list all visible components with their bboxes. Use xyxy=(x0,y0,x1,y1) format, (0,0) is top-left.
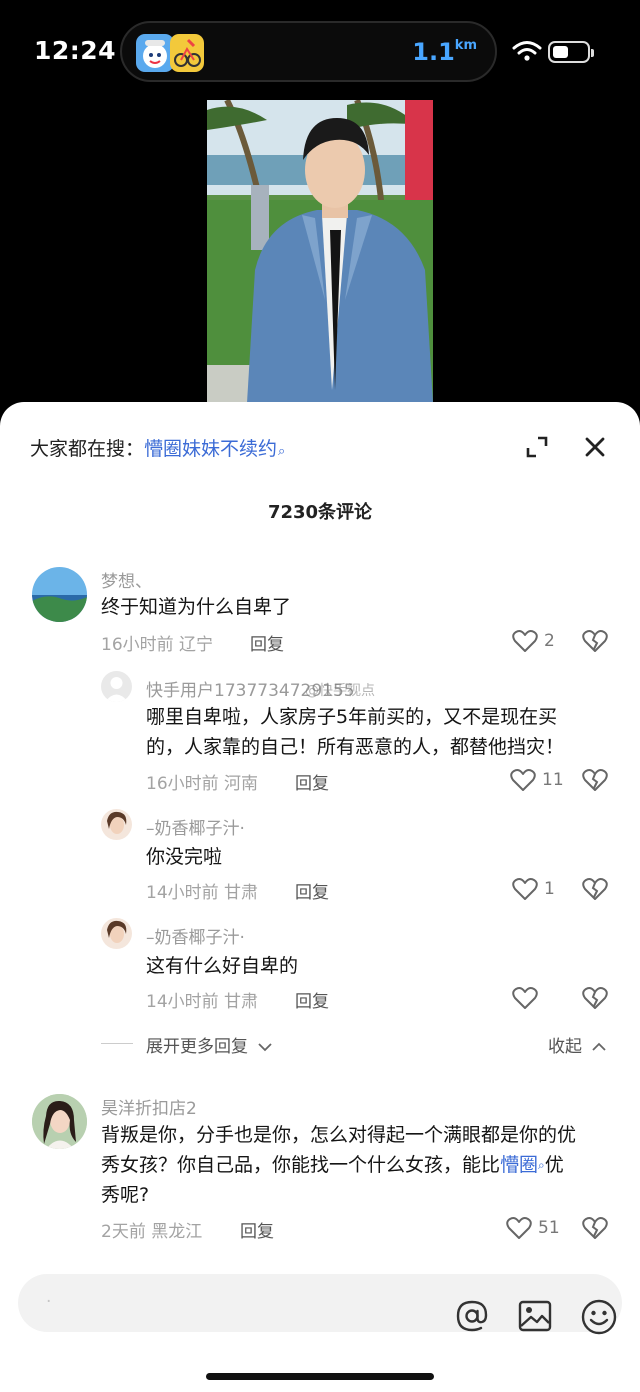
image-icon[interactable] xyxy=(518,1299,552,1333)
avatar[interactable] xyxy=(101,918,132,949)
app-mascot-icon xyxy=(136,34,174,72)
divider xyxy=(101,1043,133,1044)
like-count: 1 xyxy=(544,879,555,899)
comment-text-line: 秀女孩？你自己品，你能找一个什么女孩，能比懵圈⌕优 xyxy=(101,1150,611,1180)
search-small-icon: ⌕ xyxy=(538,1158,545,1172)
broken-heart-icon[interactable] xyxy=(582,767,608,793)
broken-heart-icon[interactable] xyxy=(582,628,608,654)
comment-author[interactable]: –奶香椰子汁· xyxy=(146,923,245,948)
reply-button[interactable]: 回复 xyxy=(250,630,284,655)
trending-search-prefix: 大家都在搜： xyxy=(30,438,145,460)
avatar[interactable] xyxy=(101,671,132,702)
comment-meta: 14小时前 甘肃 xyxy=(146,878,258,903)
heart-icon xyxy=(512,630,538,652)
like-count: 51 xyxy=(538,1218,560,1238)
comment-location: 黑龙江 xyxy=(151,1222,203,1242)
comment-time: 14小时前 xyxy=(146,992,219,1012)
comment-text: 你没完啦 xyxy=(146,846,223,868)
comment-text-line: 秀呢? xyxy=(101,1184,150,1206)
at-icon[interactable] xyxy=(454,1298,490,1334)
watermark: @快手视点 xyxy=(305,683,375,699)
comment-text: 终于知道为什么自卑了 xyxy=(101,596,292,618)
trending-search-keyword[interactable]: 懵圈妹妹不续约 xyxy=(144,438,277,460)
comment-text: 背叛是你，分手也是你，怎么对得起一个满眼都是你的优 秀女孩？你自己品，你能找一个… xyxy=(101,1120,611,1210)
comment-meta: 14小时前 甘肃 xyxy=(146,987,258,1012)
reply-button[interactable]: 回复 xyxy=(295,878,329,903)
heart-icon xyxy=(506,1217,532,1239)
like-button[interactable]: 1 xyxy=(512,876,555,902)
like-button[interactable]: 11 xyxy=(510,767,564,793)
broken-heart-icon[interactable] xyxy=(582,985,608,1011)
comment-time: 2天前 xyxy=(101,1222,146,1242)
comment-location: 辽宁 xyxy=(179,635,214,655)
chevron-down-icon xyxy=(258,1043,273,1052)
distance-value: 1.1 xyxy=(412,38,455,66)
like-button[interactable]: 2 xyxy=(512,628,555,654)
collapse-replies[interactable]: 收起 xyxy=(548,1032,607,1057)
app-bike-icon xyxy=(170,34,204,72)
reply-button[interactable]: 回复 xyxy=(295,987,329,1012)
comment-location: 甘肃 xyxy=(224,992,259,1012)
avatar[interactable] xyxy=(32,567,87,622)
emoji-icon[interactable] xyxy=(580,1298,618,1336)
expand-icon[interactable] xyxy=(524,434,550,460)
comment-author[interactable]: 昊洋折扣店2 xyxy=(101,1094,197,1119)
chevron-up-icon xyxy=(592,1042,607,1051)
reply-button[interactable]: 回复 xyxy=(240,1217,274,1242)
comment-text-line: 哪里自卑啦，人家房子5年前买的，又不是现在买 xyxy=(146,706,558,728)
heart-icon xyxy=(512,987,538,1009)
avatar[interactable] xyxy=(32,1094,87,1149)
comment-text: 这有什么好自卑的 xyxy=(146,955,299,977)
wifi-icon xyxy=(512,41,542,61)
broken-heart-icon[interactable] xyxy=(582,1215,608,1241)
distance-unit: km xyxy=(454,38,477,53)
broken-heart-icon[interactable] xyxy=(582,876,608,902)
like-count: 2 xyxy=(544,631,555,651)
comment-text-line: 背叛是你，分手也是你，怎么对得起一个满眼都是你的优 xyxy=(101,1124,577,1146)
comment-time: 16小时前 xyxy=(146,774,219,794)
comment-time: 14小时前 xyxy=(146,883,219,903)
expand-more-replies[interactable]: 展开更多回复 xyxy=(146,1032,273,1057)
expand-more-label: 展开更多回复 xyxy=(146,1037,248,1057)
keyword-link[interactable]: 懵圈 xyxy=(500,1154,538,1176)
home-indicator[interactable] xyxy=(206,1373,434,1380)
comment-meta: 16小时前 河南 xyxy=(146,769,258,794)
comments-sheet: 大家都在搜：懵圈妹妹不续约⌕ 7230条评论 梦想、 终于知道为什么自卑了 16… xyxy=(0,402,640,1392)
status-bar: 12:24 1.1km xyxy=(0,0,640,100)
comment-text-part: 秀女孩？你自己品，你能找一个什么女孩，能比 xyxy=(101,1154,501,1176)
comment-author[interactable]: 梦想、 xyxy=(101,567,152,592)
search-small-icon: ⌕ xyxy=(278,444,286,459)
comment-meta: 2天前 黑龙江 xyxy=(101,1217,202,1242)
like-button[interactable] xyxy=(512,985,544,1011)
comment-location: 甘肃 xyxy=(224,883,259,903)
comment-text: 哪里自卑啦，人家房子5年前买的，又不是现在买 的，人家靠的自己！所有恶意的人，都… xyxy=(146,702,564,762)
distance-readout: 1.1km xyxy=(412,38,477,66)
trending-search[interactable]: 大家都在搜：懵圈妹妹不续约⌕ xyxy=(30,434,285,461)
comment-meta: 16小时前 辽宁 xyxy=(101,630,213,655)
heart-icon xyxy=(512,878,538,900)
close-icon[interactable] xyxy=(582,434,608,460)
video-thumbnail[interactable] xyxy=(207,100,433,403)
dynamic-island[interactable]: 1.1km xyxy=(120,21,497,82)
status-time: 12:24 xyxy=(34,36,117,65)
comment-time: 16小时前 xyxy=(101,635,174,655)
reply-button[interactable]: 回复 xyxy=(295,769,329,794)
like-count: 11 xyxy=(542,770,564,790)
comment-input[interactable]: · xyxy=(18,1274,622,1335)
comment-author[interactable]: –奶香椰子汁· xyxy=(146,814,245,839)
comment-count: 7230条评论 xyxy=(267,502,373,523)
comment-text-part: 优 xyxy=(544,1154,564,1176)
comment-location: 河南 xyxy=(224,774,259,794)
collapse-label: 收起 xyxy=(548,1037,582,1057)
like-button[interactable]: 51 xyxy=(506,1215,560,1241)
avatar[interactable] xyxy=(101,809,132,840)
heart-icon xyxy=(510,769,536,791)
comment-input-placeholder: · xyxy=(46,1292,52,1312)
battery-icon xyxy=(548,41,594,63)
comment-text-line: 的，人家靠的自己！所有恶意的人，都替他挡灾！ xyxy=(146,736,565,758)
